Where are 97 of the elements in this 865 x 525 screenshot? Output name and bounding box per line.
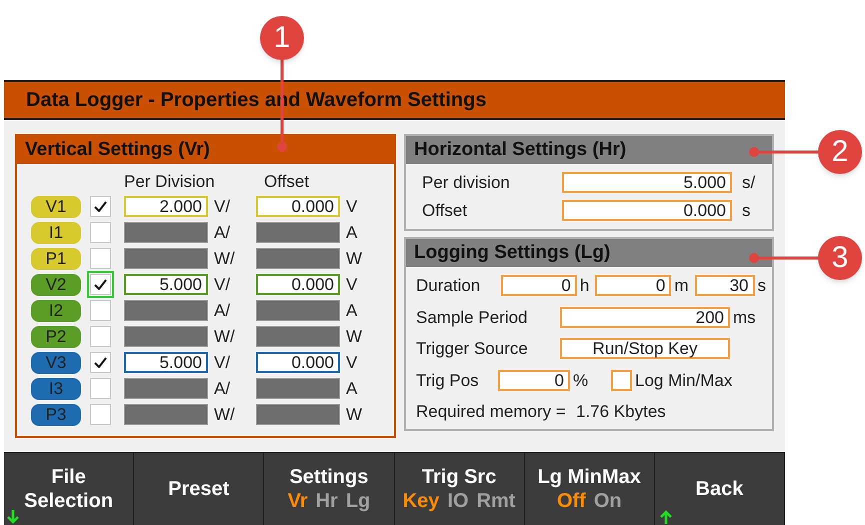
memory-value: 1.76 Kbytes — [576, 401, 666, 423]
unit-label: W — [346, 404, 362, 426]
softkey-label: Settings — [289, 465, 368, 489]
column-header: Per Division — [124, 172, 216, 192]
trigger-source-field[interactable]: Run/Stop Key — [560, 338, 730, 360]
softkey[interactable]: Settings Vr Hr Lg — [264, 453, 395, 525]
field-label: Per division — [422, 172, 511, 194]
softkey-label: Lg MinMax — [538, 465, 641, 489]
softkey-option: Rmt — [476, 489, 516, 513]
field-label: Sample Period — [416, 306, 529, 328]
unit-label: W/ — [214, 326, 236, 348]
up-arrow-icon — [660, 510, 672, 524]
channel-label: V2 — [31, 274, 81, 296]
panel-header: Vertical Settings (Vr) — [17, 136, 394, 164]
value-field[interactable]: 0.000 — [256, 274, 340, 295]
unit-label: h — [580, 275, 590, 297]
softkey[interactable]: Back — [654, 453, 786, 525]
field-label: Trigger Source — [416, 338, 529, 360]
unit-label: W/ — [214, 404, 236, 426]
value-field[interactable]: 2.000 — [124, 196, 208, 217]
softkey-label: Trig Src — [422, 465, 496, 489]
softkey[interactable]: Lg MinMax Off On — [524, 453, 655, 525]
field-label: Duration — [416, 275, 482, 297]
value-field[interactable]: 5.000 — [124, 274, 208, 295]
softkey-option: On — [594, 489, 622, 513]
channel-label: I2 — [31, 300, 81, 322]
unit-label: V/ — [214, 196, 232, 218]
channel-label: P1 — [31, 248, 81, 270]
value-field[interactable]: 0.000 — [256, 352, 340, 373]
value-field[interactable]: 200 — [560, 306, 730, 328]
channel-label: I1 — [31, 222, 81, 244]
callout-badge: 2 — [818, 130, 862, 174]
value-field[interactable]: 0.000 — [256, 196, 340, 217]
panel-header: Horizontal Settings (Hr) — [406, 136, 772, 164]
softkey-option: Off — [556, 489, 586, 513]
unit-label: W — [346, 326, 362, 348]
softkey-option: Hr — [316, 489, 338, 513]
softkey-label: Preset — [168, 477, 230, 501]
unit-label: % — [573, 370, 590, 392]
unit-label: s — [758, 275, 766, 297]
unit-label: W — [346, 248, 362, 270]
callout-badge: 3 — [818, 236, 862, 280]
field-label: Offset — [422, 200, 468, 222]
unit-label: A/ — [214, 378, 232, 400]
softkey-label: File — [51, 465, 86, 489]
leader-line — [748, 146, 820, 158]
unit-label: V/ — [214, 274, 232, 296]
unit-label: V — [346, 352, 358, 374]
window-title: Data Logger - Properties and Waveform Settings — [4, 80, 785, 120]
softkey-label: Back — [696, 477, 744, 501]
value-field[interactable]: 0 — [500, 275, 577, 296]
callout-badge: 1 — [260, 16, 304, 60]
softkey[interactable]: File Selection — [4, 453, 134, 525]
channel-label: P2 — [31, 326, 81, 348]
softkey-option: Lg — [346, 489, 370, 513]
checkbox[interactable] — [611, 370, 632, 391]
checkbox[interactable] — [90, 196, 111, 217]
unit-label: A/ — [214, 222, 232, 244]
unit-label: A — [346, 222, 358, 244]
value-field[interactable]: 0 — [595, 275, 672, 296]
checkbox[interactable] — [90, 352, 111, 373]
leader-line — [748, 252, 820, 264]
unit-label: A — [346, 300, 358, 322]
channel-label: V3 — [31, 352, 81, 374]
unit-label: A/ — [214, 300, 232, 322]
softkey-option: Vr — [288, 489, 308, 513]
softkey-label: Selection — [24, 489, 114, 513]
check-icon — [94, 279, 107, 290]
down-arrow-icon — [7, 510, 19, 524]
panel-header: Logging Settings (Lg) — [406, 239, 772, 267]
unit-label: s/ — [742, 172, 756, 194]
field-label: Trig Pos — [416, 370, 480, 392]
check-icon — [94, 357, 107, 368]
value-field[interactable]: 5.000 — [562, 172, 732, 194]
unit-label: V — [346, 274, 358, 296]
column-header: Offset — [264, 172, 310, 192]
unit-label: V — [346, 196, 358, 218]
unit-label: V/ — [214, 352, 232, 374]
value-field[interactable]: 0.000 — [562, 200, 732, 221]
channel-label: I3 — [31, 378, 81, 400]
unit-label: m — [674, 275, 688, 297]
softkey-option: Key — [402, 489, 440, 513]
check-icon — [94, 201, 107, 212]
softkey-option: IO — [447, 489, 469, 513]
channel-label: P3 — [31, 404, 81, 426]
value-field[interactable]: 30 — [694, 275, 754, 296]
softkey[interactable]: Preset — [134, 453, 264, 525]
value-field[interactable]: 5.000 — [124, 352, 208, 373]
channel-label: V1 — [31, 196, 81, 218]
value-field[interactable]: 0 — [498, 370, 570, 391]
checkbox-label: Log Min/Max — [635, 370, 732, 392]
softkey[interactable]: Trig Src Key IO Rmt — [394, 453, 525, 525]
unit-label: s — [742, 200, 750, 222]
unit-label: A — [346, 378, 358, 400]
memory-label: Required memory = — [416, 401, 567, 423]
unit-label: W/ — [214, 248, 236, 270]
unit-label: ms — [733, 306, 756, 328]
